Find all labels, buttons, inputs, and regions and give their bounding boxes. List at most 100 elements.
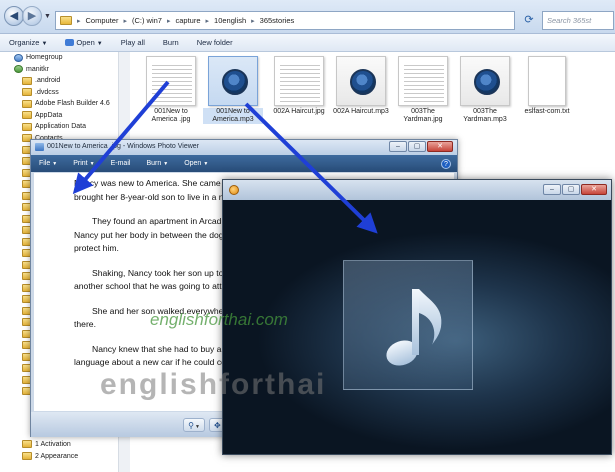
file-item[interactable]: 002A Haircut.mp3 (331, 56, 391, 116)
nav-item-label: .dvdcss (35, 88, 59, 96)
file-name: 003The Yardman.jpg (403, 108, 443, 123)
nav-item-label: AppData (35, 111, 63, 119)
chevron-down-icon: ▼ (52, 161, 58, 167)
nav-lower-list: 1 Activation 2 Appearance (0, 438, 130, 462)
watermark-url: englishforthai.com (150, 310, 288, 329)
nav-item-label: Application Data (35, 123, 86, 131)
back-button[interactable]: ◀ (4, 6, 24, 26)
minimize-button[interactable]: – (543, 184, 561, 195)
nav-item-dvdcss[interactable]: .dvdcss (0, 87, 129, 99)
folder-icon (22, 99, 32, 108)
nav-item-application-data[interactable]: Application Data (0, 121, 129, 133)
photo-viewer-icon (35, 143, 44, 151)
nav-item-label: Homegroup (26, 54, 63, 62)
chevron-down-icon: ▼ (96, 41, 103, 47)
maximize-button[interactable]: ▢ (562, 184, 580, 195)
zoom-icon: ⚲ (188, 420, 195, 430)
chevron-right-icon[interactable]: ▸ (123, 17, 127, 25)
file-name: 002A Haircut.jpg (273, 108, 325, 115)
chevron-right-icon: ▸ (77, 17, 81, 25)
chevron-down-icon: ▼ (89, 161, 95, 167)
file-item-selected[interactable]: 001New to America.mp3 (203, 56, 263, 124)
album-art-placeholder (343, 260, 473, 390)
file-item[interactable]: eslfast-com.txt (517, 56, 577, 116)
nav-item-android[interactable]: .android (0, 75, 129, 87)
fit-icon: ✥ (213, 420, 221, 430)
forward-button[interactable]: ▶ (22, 6, 42, 26)
chevron-down-icon: ▼ (41, 41, 48, 47)
file-item[interactable]: 003The Yardman.jpg (393, 56, 453, 124)
nav-item-label: Adobe Flash Builder 4.6 (35, 100, 110, 108)
organize-label: Organize (9, 38, 40, 47)
media-player-icon (229, 185, 239, 195)
chevron-right-icon[interactable]: ▸ (167, 17, 171, 25)
new-folder-button[interactable]: New folder (188, 38, 242, 47)
folder-icon (22, 452, 32, 460)
menu-burn-label: Burn (146, 160, 162, 167)
folder-icon (22, 111, 32, 120)
player-title-bar[interactable]: – ▢ ✕ (223, 180, 611, 200)
menu-email[interactable]: E-mail (103, 160, 139, 167)
menu-open[interactable]: Open ▼ (176, 160, 216, 167)
nav-item-label: 2 Appearance (35, 452, 79, 460)
file-item[interactable]: 003The Yardman.mp3 (455, 56, 515, 124)
minimize-button[interactable]: – (389, 141, 407, 152)
organize-button[interactable]: Organize ▼ (0, 38, 56, 47)
chevron-right-icon[interactable]: ▸ (206, 17, 210, 25)
file-item[interactable]: 002A Haircut.jpg (269, 56, 329, 116)
file-name: 002A Haircut.mp3 (333, 108, 389, 115)
text-file-icon (528, 56, 566, 106)
realplayer-icon (336, 56, 386, 106)
menu-print[interactable]: Print ▼ (65, 160, 102, 167)
nav-item-appearance[interactable]: 2 Appearance (0, 450, 130, 462)
open-label: Open (76, 38, 95, 47)
breadcrumb-10english[interactable]: 10english (214, 16, 246, 25)
open-button[interactable]: Open ▼ (56, 38, 111, 47)
folder-icon (22, 440, 32, 448)
nav-item-homegroup[interactable]: Homegroup (0, 52, 129, 64)
viewer-title-bar[interactable]: 001New to America .jpg - Windows Photo V… (31, 140, 457, 155)
nav-item-label: .android (35, 77, 61, 85)
nav-item-label: 1 Activation (35, 440, 71, 448)
folder-icon (22, 88, 32, 97)
menu-burn[interactable]: Burn ▼ (138, 160, 176, 167)
breadcrumb-365stories[interactable]: 365stories (260, 16, 295, 25)
burn-button[interactable]: Burn (154, 38, 188, 47)
address-field[interactable]: ▸ Computer ▸ (C:) win7 ▸ capture ▸ 10eng… (55, 11, 515, 30)
music-note-icon (386, 289, 442, 366)
breadcrumb-drive[interactable]: (C:) win7 (132, 16, 162, 25)
zoom-button[interactable]: ⚲▼ (183, 417, 205, 432)
file-name: eslfast-com.txt (524, 108, 570, 115)
player-icon (65, 39, 75, 46)
play-all-button[interactable]: Play all (112, 38, 154, 47)
close-button[interactable]: ✕ (581, 184, 607, 195)
file-name: 001New to America .jpg (151, 108, 191, 123)
search-input[interactable]: Search 365st (542, 11, 614, 30)
realplayer-icon (208, 56, 258, 106)
maximize-button[interactable]: ▢ (408, 141, 426, 152)
chevron-right-icon[interactable]: ▸ (251, 17, 255, 25)
watermark-brand: englishforthai (100, 368, 327, 401)
menu-print-label: Print (73, 160, 88, 167)
nav-item-user[interactable]: manitkr (0, 64, 129, 76)
breadcrumb-capture[interactable]: capture (176, 16, 201, 25)
help-icon[interactable]: ? (441, 158, 451, 169)
file-item[interactable]: 001New to America .jpg (141, 56, 201, 124)
user-icon (14, 65, 23, 74)
recent-pages-dropdown[interactable]: ▼ (44, 13, 51, 20)
nav-item-activation[interactable]: 1 Activation (0, 438, 130, 450)
image-thumbnail (274, 56, 324, 106)
file-name: 003The Yardman.mp3 (463, 108, 507, 123)
nav-item-appdata[interactable]: AppData (0, 110, 129, 122)
nav-item-flash-builder[interactable]: Adobe Flash Builder 4.6 (0, 98, 129, 110)
nav-item-label: manitkr (26, 65, 49, 73)
chevron-down-icon: ▼ (203, 161, 209, 167)
viewer-menu-bar: File ▼ Print ▼ E-mail Burn ▼ Open ▼ ? (31, 155, 457, 172)
refresh-icon[interactable]: ⟳ (520, 12, 538, 29)
image-thumbnail (398, 56, 448, 106)
breadcrumb-computer[interactable]: Computer (86, 16, 119, 25)
address-bar-area: ◀ ▶ ▼ ▸ Computer ▸ (C:) win7 ▸ capture ▸… (0, 0, 615, 34)
close-button[interactable]: ✕ (427, 141, 453, 152)
chevron-down-icon: ▼ (163, 161, 169, 167)
menu-file[interactable]: File ▼ (31, 160, 65, 167)
